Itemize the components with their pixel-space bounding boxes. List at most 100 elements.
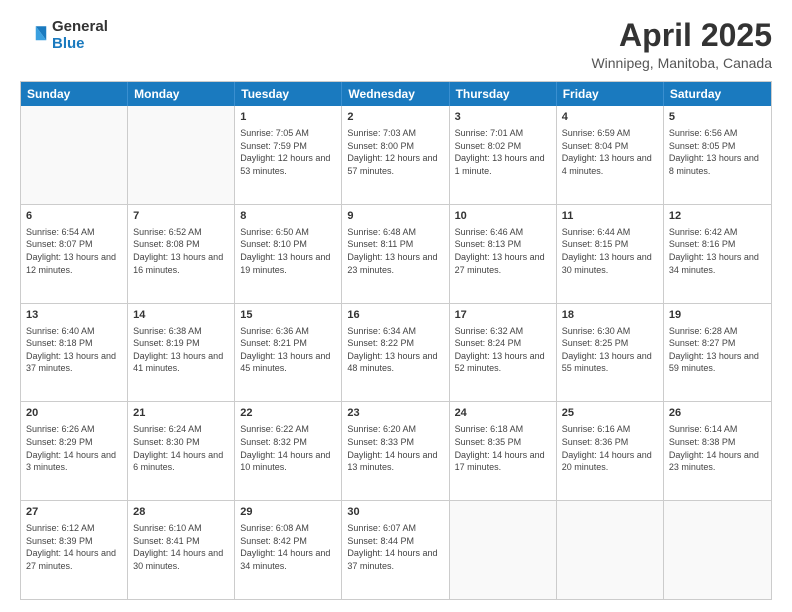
day-info: Sunrise: 6:30 AMSunset: 8:25 PMDaylight:… [562,325,658,375]
day-header-thursday: Thursday [450,82,557,106]
day-info: Sunrise: 6:10 AMSunset: 8:41 PMDaylight:… [133,522,229,572]
day-number: 9 [347,209,443,224]
calendar-cell [450,501,557,599]
day-info: Sunrise: 6:14 AMSunset: 8:38 PMDaylight:… [669,423,766,473]
calendar-cell: 13 Sunrise: 6:40 AMSunset: 8:18 PMDayligh… [21,304,128,402]
day-number: 27 [26,505,122,520]
calendar-cell [21,106,128,204]
calendar-cell: 16 Sunrise: 6:34 AMSunset: 8:22 PMDayligh… [342,304,449,402]
day-info: Sunrise: 6:38 AMSunset: 8:19 PMDaylight:… [133,325,229,375]
day-number: 15 [240,308,336,323]
day-info: Sunrise: 6:22 AMSunset: 8:32 PMDaylight:… [240,423,336,473]
day-info: Sunrise: 6:24 AMSunset: 8:30 PMDaylight:… [133,423,229,473]
day-number: 13 [26,308,122,323]
day-header-wednesday: Wednesday [342,82,449,106]
day-number: 23 [347,406,443,421]
day-number: 16 [347,308,443,323]
day-info: Sunrise: 7:03 AMSunset: 8:00 PMDaylight:… [347,127,443,177]
day-number: 19 [669,308,766,323]
calendar-cell: 30 Sunrise: 6:07 AMSunset: 8:44 PMDayligh… [342,501,449,599]
day-number: 1 [240,110,336,125]
day-info: Sunrise: 6:07 AMSunset: 8:44 PMDaylight:… [347,522,443,572]
calendar-cell: 25 Sunrise: 6:16 AMSunset: 8:36 PMDayligh… [557,402,664,500]
calendar-cell: 17Sunrise: 6:32 AMSunset: 8:24 PMDayligh… [450,304,557,402]
day-number: 21 [133,406,229,421]
day-info: Sunrise: 6:16 AMSunset: 8:36 PMDaylight:… [562,423,658,473]
calendar-cell [128,106,235,204]
day-info: Sunrise: 6:44 AMSunset: 8:15 PMDaylight:… [562,226,658,276]
day-number: 7 [133,209,229,224]
day-number: 22 [240,406,336,421]
calendar-cell: 5Sunrise: 6:56 AMSunset: 8:05 PMDaylight… [664,106,771,204]
calendar-cell: 22 Sunrise: 6:22 AMSunset: 8:32 PMDayligh… [235,402,342,500]
logo: General Blue [20,18,108,52]
day-info: Sunrise: 6:50 AMSunset: 8:10 PMDaylight:… [240,226,336,276]
calendar-row-5: 27 Sunrise: 6:12 AMSunset: 8:39 PMDayligh… [21,500,771,599]
day-number: 28 [133,505,229,520]
calendar-body: 1 Sunrise: 7:05 AMSunset: 7:59 PMDaylight… [21,106,771,599]
day-info: Sunrise: 6:54 AMSunset: 8:07 PMDaylight:… [26,226,122,276]
day-info: Sunrise: 6:12 AMSunset: 8:39 PMDaylight:… [26,522,122,572]
day-number: 30 [347,505,443,520]
day-number: 25 [562,406,658,421]
day-header-friday: Friday [557,82,664,106]
calendar-cell: 10 Sunrise: 6:46 AMSunset: 8:13 PMDayligh… [450,205,557,303]
day-number: 24 [455,406,551,421]
day-number: 20 [26,406,122,421]
day-info: Sunrise: 6:36 AMSunset: 8:21 PMDaylight:… [240,325,336,375]
calendar-cell: 2Sunrise: 7:03 AMSunset: 8:00 PMDaylight… [342,106,449,204]
calendar-cell: 18Sunrise: 6:30 AMSunset: 8:25 PMDayligh… [557,304,664,402]
logo-text: General Blue [52,18,108,52]
day-header-saturday: Saturday [664,82,771,106]
logo-icon [20,21,48,49]
day-header-monday: Monday [128,82,235,106]
day-info: Sunrise: 6:26 AMSunset: 8:29 PMDaylight:… [26,423,122,473]
day-info: Sunrise: 6:42 AMSunset: 8:16 PMDaylight:… [669,226,766,276]
day-info: Sunrise: 6:34 AMSunset: 8:22 PMDaylight:… [347,325,443,375]
calendar-cell: 26 Sunrise: 6:14 AMSunset: 8:38 PMDayligh… [664,402,771,500]
header: General Blue April 2025 Winnipeg, Manito… [20,18,772,71]
day-info: Sunrise: 6:32 AMSunset: 8:24 PMDaylight:… [455,325,551,375]
title-block: April 2025 Winnipeg, Manitoba, Canada [591,18,772,71]
page: General Blue April 2025 Winnipeg, Manito… [0,0,792,612]
day-number: 4 [562,110,658,125]
calendar-cell: 23 Sunrise: 6:20 AMSunset: 8:33 PMDayligh… [342,402,449,500]
subtitle: Winnipeg, Manitoba, Canada [591,55,772,71]
day-number: 12 [669,209,766,224]
day-header-sunday: Sunday [21,82,128,106]
calendar-row-4: 20 Sunrise: 6:26 AMSunset: 8:29 PMDayligh… [21,401,771,500]
day-info: Sunrise: 6:18 AMSunset: 8:35 PMDaylight:… [455,423,551,473]
calendar-cell: 6Sunrise: 6:54 AMSunset: 8:07 PMDaylight… [21,205,128,303]
day-number: 10 [455,209,551,224]
day-info: Sunrise: 6:56 AMSunset: 8:05 PMDaylight:… [669,127,766,177]
day-number: 26 [669,406,766,421]
calendar-cell: 7Sunrise: 6:52 AMSunset: 8:08 PMDaylight… [128,205,235,303]
calendar-cell: 3 Sunrise: 7:01 AMSunset: 8:02 PMDaylight… [450,106,557,204]
calendar-cell: 21 Sunrise: 6:24 AMSunset: 8:30 PMDayligh… [128,402,235,500]
day-info: Sunrise: 7:05 AMSunset: 7:59 PMDaylight:… [240,127,336,177]
calendar-row-3: 13 Sunrise: 6:40 AMSunset: 8:18 PMDayligh… [21,303,771,402]
calendar-cell: 1 Sunrise: 7:05 AMSunset: 7:59 PMDaylight… [235,106,342,204]
calendar-cell: 8 Sunrise: 6:50 AMSunset: 8:10 PMDaylight… [235,205,342,303]
day-number: 8 [240,209,336,224]
calendar-cell: 19 Sunrise: 6:28 AMSunset: 8:27 PMDayligh… [664,304,771,402]
calendar-header-row: SundayMondayTuesdayWednesdayThursdayFrid… [21,82,771,106]
day-number: 29 [240,505,336,520]
day-info: Sunrise: 6:28 AMSunset: 8:27 PMDaylight:… [669,325,766,375]
calendar: SundayMondayTuesdayWednesdayThursdayFrid… [20,81,772,600]
calendar-cell: 11Sunrise: 6:44 AMSunset: 8:15 PMDayligh… [557,205,664,303]
calendar-cell: 20 Sunrise: 6:26 AMSunset: 8:29 PMDayligh… [21,402,128,500]
day-info: Sunrise: 6:40 AMSunset: 8:18 PMDaylight:… [26,325,122,375]
day-info: Sunrise: 6:08 AMSunset: 8:42 PMDaylight:… [240,522,336,572]
day-info: Sunrise: 6:48 AMSunset: 8:11 PMDaylight:… [347,226,443,276]
calendar-row-1: 1 Sunrise: 7:05 AMSunset: 7:59 PMDaylight… [21,106,771,204]
day-number: 3 [455,110,551,125]
calendar-row-2: 6Sunrise: 6:54 AMSunset: 8:07 PMDaylight… [21,204,771,303]
day-info: Sunrise: 6:46 AMSunset: 8:13 PMDaylight:… [455,226,551,276]
calendar-cell [664,501,771,599]
day-info: Sunrise: 7:01 AMSunset: 8:02 PMDaylight:… [455,127,551,177]
calendar-cell: 29 Sunrise: 6:08 AMSunset: 8:42 PMDayligh… [235,501,342,599]
calendar-cell: 9 Sunrise: 6:48 AMSunset: 8:11 PMDaylight… [342,205,449,303]
day-info: Sunrise: 6:20 AMSunset: 8:33 PMDaylight:… [347,423,443,473]
day-info: Sunrise: 6:59 AMSunset: 8:04 PMDaylight:… [562,127,658,177]
